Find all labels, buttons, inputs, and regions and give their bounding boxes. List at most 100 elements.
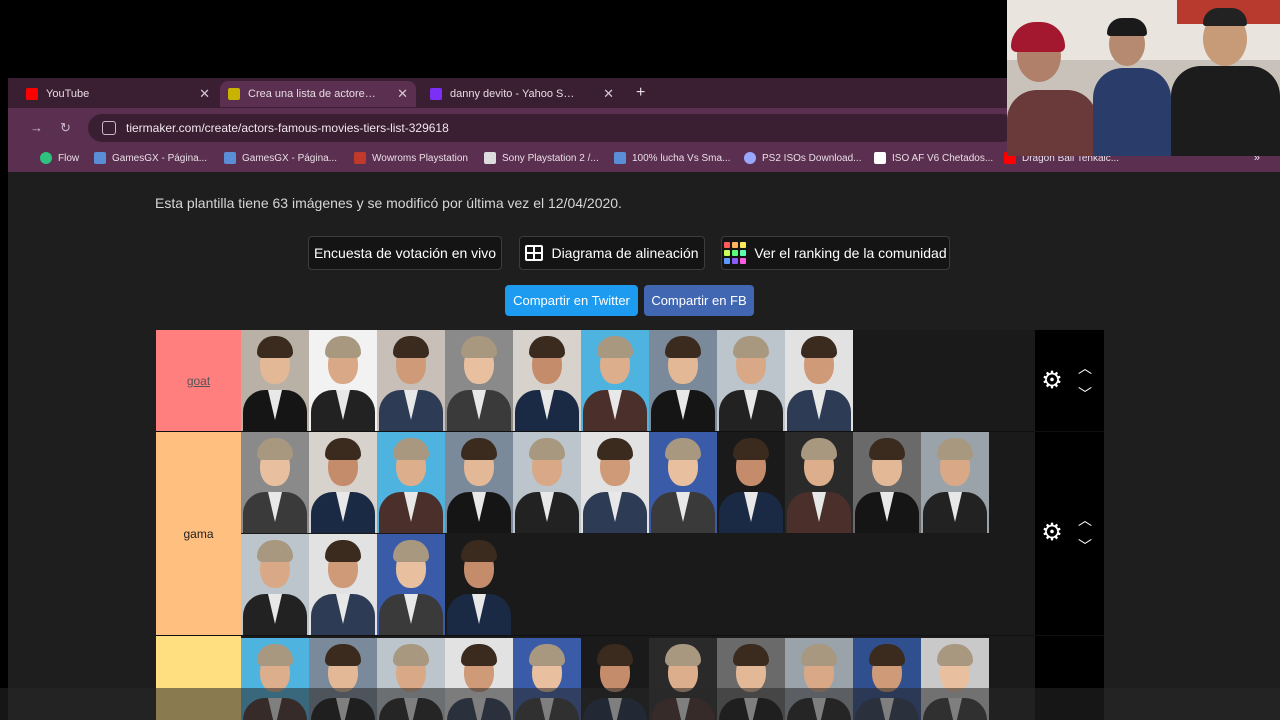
actor-image[interactable] <box>309 330 377 431</box>
bookmark-label: GamesGX - Página... <box>242 152 338 164</box>
iso-af-icon <box>874 152 886 164</box>
bookmark-gamesgx-1[interactable]: GamesGX - Página... <box>94 152 207 164</box>
bottom-overlay-bar <box>0 688 1280 720</box>
new-tab-icon[interactable]: + <box>636 84 645 102</box>
yahoo-icon <box>430 88 442 100</box>
youtube-icon <box>26 88 38 100</box>
bookmark-wowroms[interactable]: Wowroms Playstation <box>354 152 468 164</box>
webcam-person <box>1007 20 1097 156</box>
bookmark-lucha[interactable]: 100% lucha Vs Sma... <box>614 152 730 164</box>
alignment-chart-button[interactable]: Diagrama de alineación <box>519 236 705 270</box>
tier-row-goat: goat ⚙ ︿ ﹀ <box>156 330 1104 432</box>
actor-image[interactable] <box>445 534 513 635</box>
tier-controls: ⚙ ︿ ﹀ <box>1035 432 1104 635</box>
bookmark-label: PS2 ISOs Download... <box>762 152 862 164</box>
gear-icon[interactable]: ⚙ <box>1041 521 1063 545</box>
actor-image[interactable] <box>717 330 785 431</box>
sony-icon <box>484 152 496 164</box>
tier-items[interactable] <box>241 432 1035 635</box>
bookmark-label: 100% lucha Vs Sma... <box>632 152 731 164</box>
actor-image[interactable] <box>241 534 309 635</box>
share-facebook-button[interactable]: Compartir en FB <box>644 285 754 316</box>
tab-title: Crea una lista de actores famos <box>248 88 378 100</box>
actor-image[interactable] <box>377 432 445 533</box>
chevron-up-icon[interactable]: ︿ <box>1077 361 1093 375</box>
button-label: Compartir en Twitter <box>513 293 630 308</box>
actor-image[interactable] <box>309 534 377 635</box>
button-label: Encuesta de votación en vivo <box>313 245 497 261</box>
gear-icon[interactable]: ⚙ <box>1041 369 1063 393</box>
bookmark-gamesgx-2[interactable]: GamesGX - Página... <box>224 152 337 164</box>
close-icon[interactable]: ✕ <box>603 86 614 102</box>
template-info: Esta plantilla tiene 63 imágenes y se mo… <box>155 195 622 211</box>
tier-label[interactable]: goat <box>156 330 241 431</box>
close-icon[interactable]: ✕ <box>397 86 408 102</box>
chevron-down-icon[interactable]: ﹀ <box>1077 387 1093 401</box>
button-label: Ver el ranking de la comunidad <box>754 245 947 261</box>
bookmark-iso-af[interactable]: ISO AF V6 Chetados... <box>874 152 993 164</box>
tab-title: YouTube <box>46 88 90 100</box>
bookmark-label: Flow <box>58 152 80 164</box>
tier-row-gama: gama ⚙ ︿ ﹀ <box>156 432 1104 636</box>
actor-image[interactable] <box>241 432 309 533</box>
button-label: Diagrama de alineación <box>551 245 699 261</box>
actor-image[interactable] <box>649 330 717 431</box>
actor-image[interactable] <box>309 432 377 533</box>
chevron-up-icon[interactable]: ︿ <box>1077 513 1093 527</box>
gamesgx-icon <box>224 152 236 164</box>
webcam-person <box>1087 18 1177 156</box>
page-content: Esta plantilla tiene 63 imágenes y se mo… <box>8 172 1280 720</box>
actor-image[interactable] <box>377 534 445 635</box>
bookmark-flow[interactable]: Flow <box>40 152 79 164</box>
actor-image[interactable] <box>921 432 989 533</box>
button-label: Compartir en FB <box>651 293 747 308</box>
tier-controls: ⚙ ︿ ﹀ <box>1035 330 1104 431</box>
chevron-down-icon[interactable]: ﹀ <box>1077 539 1093 553</box>
bookmark-label: GamesGX - Página... <box>112 152 208 164</box>
bookmark-sony-ps2[interactable]: Sony Playstation 2 /... <box>484 152 599 164</box>
bookmark-label: Sony Playstation 2 /... <box>502 152 599 164</box>
tab-youtube[interactable]: YouTube ✕ <box>18 81 218 107</box>
actor-image[interactable] <box>853 432 921 533</box>
tab-title: danny devito - Yahoo Search Tu <box>450 88 580 100</box>
share-twitter-button[interactable]: Compartir en Twitter <box>505 285 638 316</box>
url-text: tiermaker.com/create/actors-famous-movie… <box>126 121 449 135</box>
lucha-icon <box>614 152 626 164</box>
actor-image[interactable] <box>241 330 309 431</box>
site-info-icon[interactable] <box>102 121 116 135</box>
url-field[interactable]: tiermaker.com/create/actors-famous-movie… <box>88 114 1016 142</box>
tab-yahoo[interactable]: danny devito - Yahoo Search Tu ✕ <box>422 81 622 107</box>
actor-image[interactable] <box>717 432 785 533</box>
tab-tiermaker[interactable]: Crea una lista de actores famos ✕ <box>220 81 416 107</box>
actor-image[interactable] <box>649 432 717 533</box>
actor-image[interactable] <box>581 330 649 431</box>
actor-image[interactable] <box>445 330 513 431</box>
forward-icon[interactable]: → <box>30 120 43 135</box>
actor-image[interactable] <box>581 432 649 533</box>
actor-image[interactable] <box>785 330 853 431</box>
actor-image[interactable] <box>513 330 581 431</box>
ps2-isos-icon <box>744 152 756 164</box>
community-ranking-button[interactable]: Ver el ranking de la comunidad <box>721 236 950 270</box>
tier-label[interactable]: gama <box>156 432 241 635</box>
flow-icon <box>40 152 52 164</box>
tier-items[interactable] <box>241 330 1035 431</box>
tiermaker-icon <box>228 88 240 100</box>
actor-image[interactable] <box>445 432 513 533</box>
screen: YouTube ✕ Crea una lista de actores famo… <box>0 0 1280 720</box>
webcam-person <box>1167 8 1280 156</box>
close-icon[interactable]: ✕ <box>199 86 210 102</box>
bookmark-ps2-isos[interactable]: PS2 ISOs Download... <box>744 152 862 164</box>
grid-icon <box>525 245 544 261</box>
gamesgx-icon <box>94 152 106 164</box>
bookmark-label: ISO AF V6 Chetados... <box>892 152 994 164</box>
bookmark-label: Wowroms Playstation <box>372 152 468 164</box>
actor-image[interactable] <box>785 432 853 533</box>
live-poll-button[interactable]: Encuesta de votación en vivo <box>308 236 502 270</box>
reload-icon[interactable]: ↻ <box>60 120 71 136</box>
ranking-icon <box>724 242 747 264</box>
actor-image[interactable] <box>513 432 581 533</box>
webcam-overlay <box>1007 0 1280 156</box>
actor-image[interactable] <box>377 330 445 431</box>
tier-list: goat ⚙ ︿ ﹀ gama ⚙ ︿ ﹀ <box>156 330 1104 720</box>
